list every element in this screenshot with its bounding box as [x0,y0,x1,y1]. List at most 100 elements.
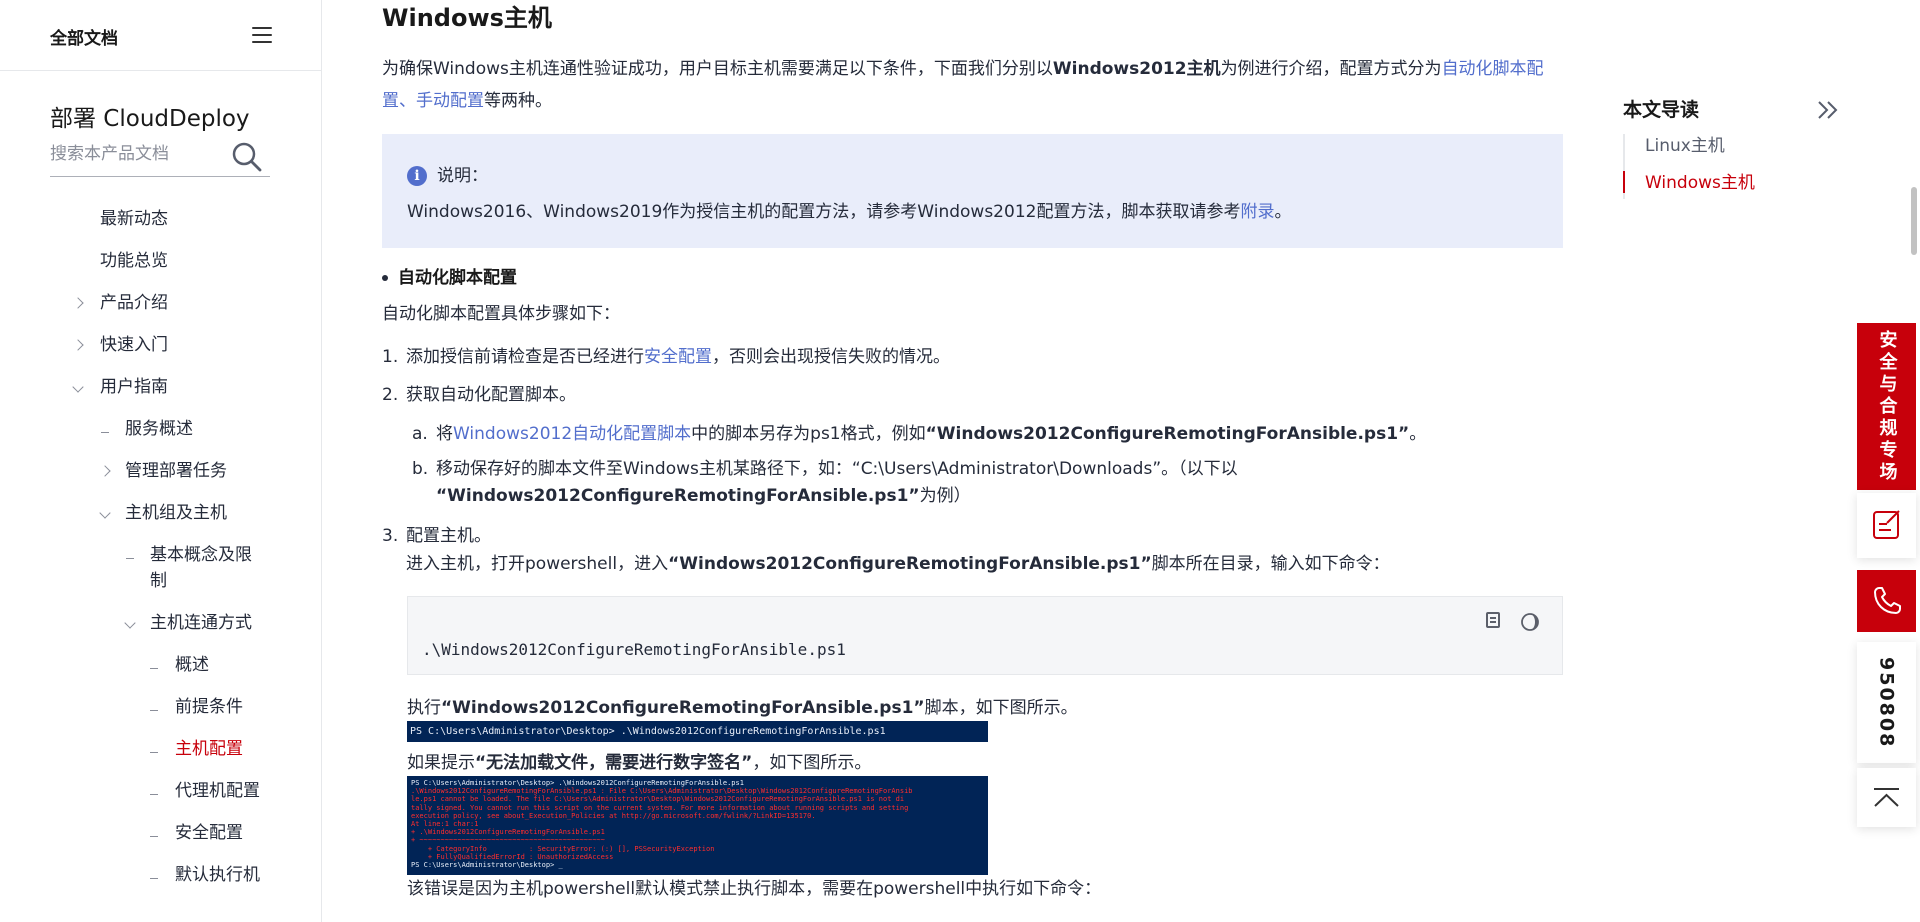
sidebar-item-default-executor[interactable]: 默认执行机 [0,854,321,896]
feedback-button[interactable] [1857,493,1916,558]
code-block[interactable]: .\Windows2012ConfigureRemotingForAnsible… [407,596,1563,675]
para-bold: “Windows2012ConfigureRemotingForAnsible.… [441,698,925,718]
doc-search-box [50,142,270,177]
nav-label: 基本概念及限 [150,545,252,565]
step-bold: “Windows2012ConfigureRemotingForAnsible.… [436,486,920,506]
sidebar-item-host-groups[interactable]: 主机组及主机 [0,492,321,534]
edit-icon [1873,510,1900,539]
note-header: i 说明： [407,160,488,192]
step-number: 2. [382,385,399,405]
step-text: 获取自动化配置脚本。 [406,385,576,405]
step-3: 3. 配置主机。 进入主机，打开powershell，进入“Windows2012C… [382,522,1390,578]
nav-label: 主机组及主机 [125,503,227,523]
note-text: Windows2016、Windows2019作为授信主机的配置方法，请参考Wi… [407,202,1241,222]
dash-icon [150,878,158,879]
step-number: 3. [382,526,399,546]
hamburger-menu-icon[interactable] [252,27,272,45]
search-icon[interactable] [232,142,262,172]
page-title: Windows主机 [382,4,552,32]
nav-label: 安全配置 [175,823,243,843]
sidebar-item-overview[interactable]: 功能总览 [0,240,321,282]
sidebar-item-prerequisites[interactable]: 前提条件 [0,686,321,728]
intro-sep: 、 [399,91,416,111]
step-text: 添加授信前请检查是否已经进行 [406,347,644,367]
back-to-top-button[interactable] [1857,768,1916,827]
step-text: 脚本所在目录，输入如下命令： [1151,554,1390,574]
step-bold: “Windows2012ConfigureRemotingForAnsible.… [925,424,1410,444]
dash-icon [150,710,158,711]
sidebar-item-summary[interactable]: 概述 [0,644,321,686]
intro-text: 等两种。 [484,91,552,111]
nav-label: 概述 [175,655,209,675]
theme-toggle-icon[interactable] [1520,612,1540,632]
chevron-down-icon [124,617,136,629]
chevron-right-icon [99,465,111,477]
all-docs-title[interactable]: 全部文档 [50,24,118,49]
phone-icon [1874,587,1901,614]
sidebar-item-host-config[interactable]: 主机配置 [0,728,321,770]
step-text: 。 [1409,424,1427,444]
toc-title: 本文导读 [1623,99,1700,121]
sidebar-item-host-connectivity[interactable]: 主机连通方式 [0,602,321,644]
nav-label: 最新动态 [100,209,168,229]
security-config-link[interactable]: 安全配置 [644,347,712,367]
terminal-error-text: .\Windows2012ConfigureRemotingForAnsible… [411,787,913,861]
step-text: 进入主机，打开powershell，进入 [406,554,669,574]
note-title: 说明： [437,166,488,186]
step-bold: “Windows2012ConfigureRemotingForAnsible.… [668,554,1152,574]
sidebar-item-manage-deploy[interactable]: 管理部署任务 [0,450,321,492]
toc-item-linux[interactable]: Linux主机 [1645,132,1725,160]
sidebar-item-quick-start[interactable]: 快速入门 [0,324,321,366]
nav-label: 制 [150,571,167,591]
toc-item-windows[interactable]: Windows主机 [1645,169,1755,197]
chevron-down-icon [99,507,111,519]
sidebar-item-service-overview[interactable]: 服务概述 [0,408,321,450]
contact-phone-button[interactable] [1857,570,1916,632]
intro-paragraph: 为确保Windows主机连通性验证成功，用户目标主机需要满足以下条件，下面我们分… [382,53,1557,117]
chevron-right-icon [72,297,84,309]
windows2012-script-link[interactable]: Windows2012自动化配置脚本 [453,424,691,444]
left-sidebar: 全部文档 部署 CloudDeploy 最新动态 功能总览 产品介绍 快速入门 … [0,0,322,922]
hotline[interactable]: 950808 [1857,642,1916,763]
appendix-link[interactable]: 附录 [1240,202,1274,222]
product-name[interactable]: 部署 CloudDeploy [50,99,250,133]
doc-search-input[interactable] [50,144,220,164]
dash-icon [101,432,109,433]
terminal-text: PS C:\Users\Administrator\Desktop> .\Win… [410,726,886,737]
para-text: 执行 [407,698,441,718]
intro-text: 为例进行介绍，配置方式分为 [1220,59,1442,79]
step-2a: a. 将Windows2012自动化配置脚本中的脚本另存为ps1格式，例如“Win… [412,418,1426,450]
sidebar-item-security-config[interactable]: 安全配置 [0,812,321,854]
nav-label: 前提条件 [175,697,243,717]
copy-icon[interactable] [1486,612,1500,628]
terminal-text: PS C:\Users\Administrator\Desktop> _ [411,861,563,870]
note-box: i 说明： Windows2016、Windows2019作为授信主机的配置方法，… [382,134,1563,248]
step-number: a. [412,424,428,444]
intro-bold: Windows2012主机 [1052,59,1221,79]
sidebar-item-product-intro[interactable]: 产品介绍 [0,282,321,324]
sidebar-item-basic-concepts[interactable]: 基本概念及限制 [0,534,321,602]
chevron-right-icon [72,339,84,351]
para-text: 脚本，如下图所示。 [924,698,1078,718]
sidebar-item-user-guide[interactable]: 用户指南 [0,366,321,408]
sidebar-item-latest[interactable]: 最新动态 [0,198,321,240]
dash-icon [150,836,158,837]
sidebar-item-proxy-config[interactable]: 代理机配置 [0,770,321,812]
step-number: 1. [382,347,399,367]
nav-label: 主机配置 [175,739,243,759]
nav-label: 主机连通方式 [150,613,252,633]
step-number: b. [412,459,429,479]
note-body: Windows2016、Windows2019作为授信主机的配置方法，请参考Wi… [407,196,1291,228]
warn-text: 如果提示“无法加载文件，需要进行数字签名”，如下图所示。 [407,747,871,779]
double-chevron-right-icon[interactable] [1815,100,1841,120]
security-compliance-promo[interactable]: 安全与合规专场 [1857,323,1916,490]
para-bold: “无法加载文件，需要进行数字签名” [475,753,753,773]
doc-nav-tree: 最新动态 功能总览 产品介绍 快速入门 用户指南 服务概述 管理部署任务 主机组… [0,198,321,896]
page-scrollbar[interactable] [1911,187,1917,255]
nav-label: 快速入门 [100,335,168,355]
dash-icon [150,668,158,669]
step-text: 中的脚本另存为ps1格式，例如 [691,424,926,444]
manual-config-link[interactable]: 手动配置 [416,91,484,111]
dash-icon [150,752,158,753]
step-text: ，否则会出现授信失败的情况。 [712,347,950,367]
